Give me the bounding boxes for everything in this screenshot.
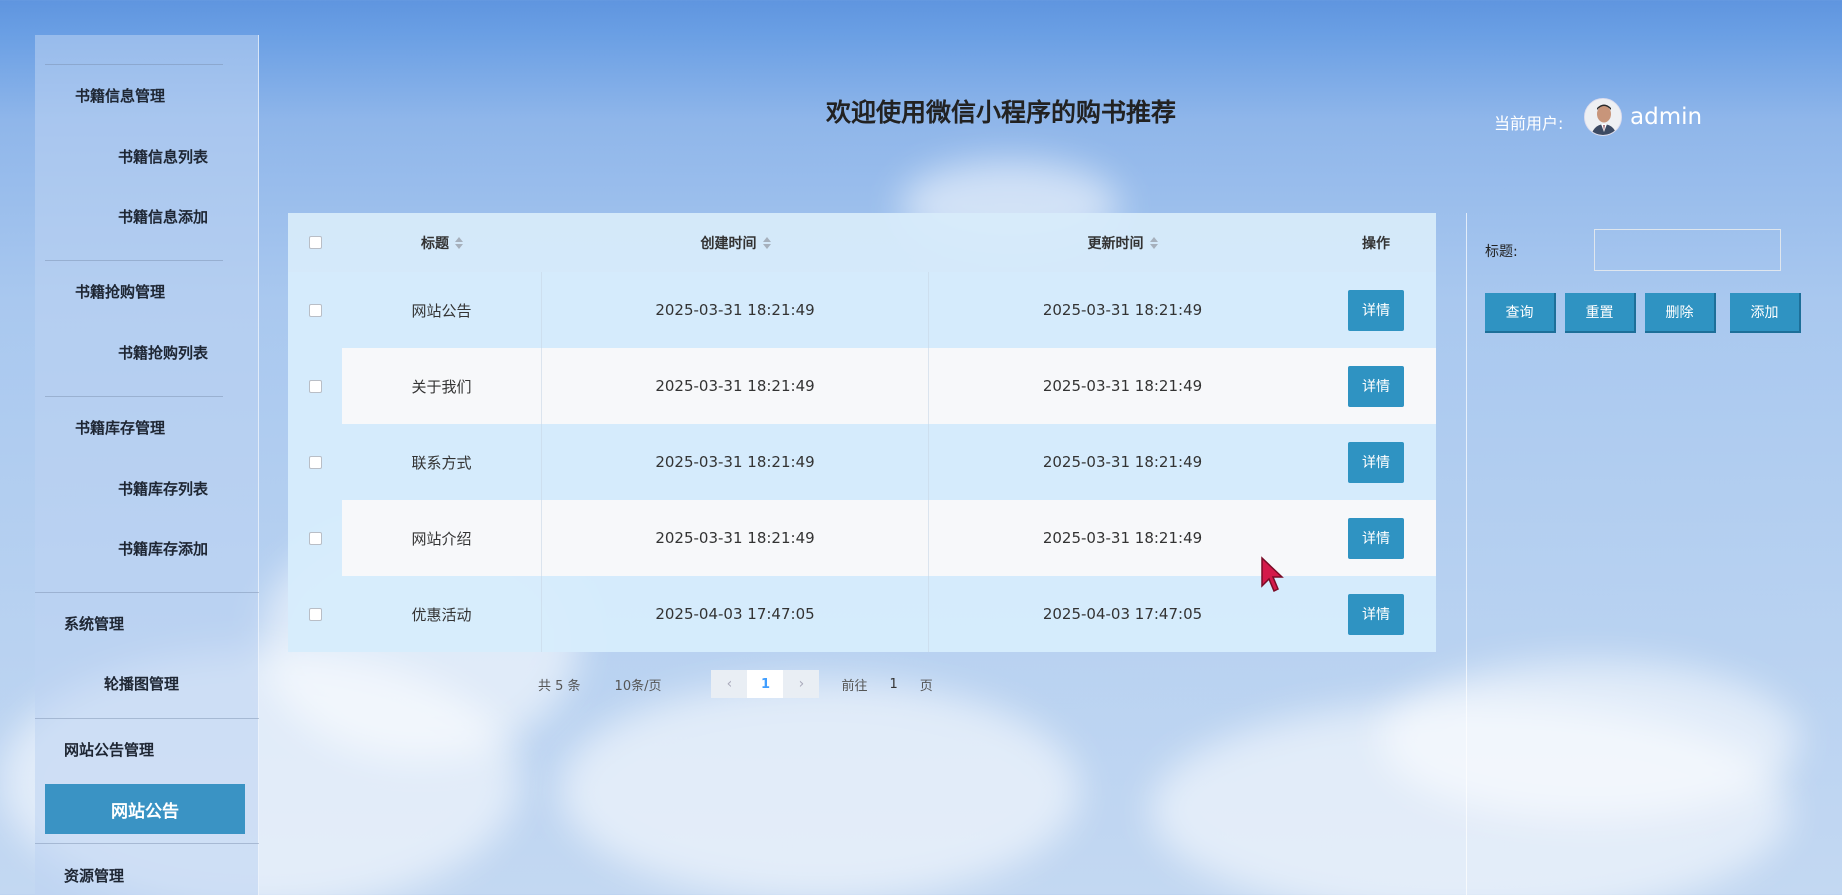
sidebar-divider bbox=[45, 64, 223, 65]
cell-title: 优惠活动 bbox=[342, 576, 542, 652]
cell-updated: 2025-03-31 18:21:49 bbox=[1042, 453, 1203, 471]
row-check-cell bbox=[288, 272, 342, 348]
column-header-created[interactable]: 创建时间 bbox=[542, 213, 929, 272]
sort-icon[interactable] bbox=[455, 236, 463, 249]
cell-title: 网站介绍 bbox=[342, 500, 542, 576]
sidebar-item-stock-list[interactable]: 书籍库存列表 bbox=[118, 478, 208, 499]
cell-created: 2025-04-03 17:47:05 bbox=[542, 576, 929, 652]
detail-button[interactable]: 详情 bbox=[1348, 441, 1404, 483]
cell-updated: 2025-04-03 17:47:05 bbox=[1042, 605, 1203, 623]
sidebar-group-book-flash-sale[interactable]: 书籍抢购管理 bbox=[75, 281, 165, 302]
column-created-label: 创建时间 bbox=[700, 235, 757, 252]
page-size-select[interactable]: 10条/页 bbox=[615, 675, 662, 694]
column-header-updated[interactable]: 更新时间 bbox=[929, 213, 1316, 272]
row-checkbox[interactable] bbox=[308, 379, 322, 393]
sidebar-divider bbox=[35, 843, 259, 844]
cell-created: 2025-03-31 18:21:49 bbox=[542, 272, 929, 348]
table-row: 联系方式 2025-03-31 18:21:49 2025-03-31 18:2… bbox=[288, 424, 1436, 500]
cell-ops: 详情 bbox=[1316, 576, 1436, 652]
table-row: 网站公告 2025-03-31 18:21:49 2025-03-31 18:2… bbox=[288, 272, 1436, 348]
delete-button[interactable]: 删除 bbox=[1645, 293, 1716, 333]
sidebar-divider bbox=[45, 260, 223, 261]
sidebar-divider bbox=[35, 592, 259, 593]
cell-created: 2025-03-31 18:21:49 bbox=[542, 424, 929, 500]
detail-button[interactable]: 详情 bbox=[1348, 517, 1404, 559]
table-header: 标题 创建时间 更新时间 操作 bbox=[288, 213, 1436, 272]
search-title-label: 标题: bbox=[1485, 244, 1518, 260]
chevron-right-icon: › bbox=[798, 676, 805, 692]
user-avatar-icon bbox=[1585, 99, 1621, 135]
sidebar-group-announcement[interactable]: 网站公告管理 bbox=[64, 739, 154, 760]
table-row: 关于我们 2025-03-31 18:21:49 2025-03-31 18:2… bbox=[288, 348, 1436, 424]
cell-title: 关于我们 bbox=[342, 348, 542, 424]
row-checkbox[interactable] bbox=[308, 455, 322, 469]
sidebar-item-book-info-list[interactable]: 书籍信息列表 bbox=[118, 146, 208, 167]
cell-ops: 详情 bbox=[1316, 500, 1436, 576]
sidebar-item-announcement-active[interactable]: 网站公告 bbox=[45, 784, 245, 834]
sort-icon[interactable] bbox=[762, 236, 771, 249]
select-all-cell bbox=[288, 213, 342, 272]
pagination: 共 5 条 10条/页 ‹ 1 › 前往 1 页 bbox=[538, 670, 933, 698]
row-check-cell bbox=[288, 424, 342, 500]
cell-title: 联系方式 bbox=[342, 424, 542, 500]
row-check-cell bbox=[288, 500, 342, 576]
sidebar-group-book-info[interactable]: 书籍信息管理 bbox=[75, 85, 165, 106]
cell-ops: 详情 bbox=[1316, 348, 1436, 424]
cell-ops: 详情 bbox=[1316, 272, 1436, 348]
sort-icon[interactable] bbox=[1149, 236, 1158, 249]
sidebar-item-flash-sale-list[interactable]: 书籍抢购列表 bbox=[118, 342, 208, 363]
sidebar-item-stock-add[interactable]: 书籍库存添加 bbox=[118, 538, 208, 559]
mouse-cursor-icon bbox=[1261, 556, 1284, 593]
reset-button[interactable]: 重置 bbox=[1565, 293, 1636, 333]
page-number-current[interactable]: 1 bbox=[747, 670, 784, 698]
column-header-title[interactable]: 标题 bbox=[342, 213, 542, 272]
sidebar-group-resources[interactable]: 资源管理 bbox=[64, 865, 124, 886]
sidebar: 书籍信息管理 书籍信息列表 书籍信息添加 书籍抢购管理 书籍抢购列表 书籍库存管… bbox=[35, 35, 259, 895]
add-button[interactable]: 添加 bbox=[1730, 293, 1801, 333]
cell-updated: 2025-03-31 18:21:49 bbox=[1042, 301, 1203, 319]
username[interactable]: admin bbox=[1630, 104, 1702, 130]
sidebar-group-system[interactable]: 系统管理 bbox=[64, 613, 124, 634]
sidebar-divider bbox=[45, 396, 223, 397]
row-checkbox[interactable] bbox=[308, 303, 322, 317]
cell-created: 2025-03-31 18:21:49 bbox=[542, 348, 929, 424]
select-all-checkbox[interactable] bbox=[308, 236, 322, 249]
goto-label: 前往 bbox=[841, 678, 868, 694]
avatar[interactable] bbox=[1584, 98, 1622, 136]
cell-ops: 详情 bbox=[1316, 424, 1436, 500]
search-title-input[interactable] bbox=[1594, 229, 1781, 271]
pagination-total: 共 5 条 bbox=[538, 678, 581, 694]
search-panel: 标题: 查询 重置 删除 添加 bbox=[1466, 213, 1842, 895]
row-check-cell bbox=[288, 576, 342, 652]
column-title-label: 标题 bbox=[421, 235, 449, 252]
detail-button[interactable]: 详情 bbox=[1348, 365, 1404, 407]
column-updated-label: 更新时间 bbox=[1087, 235, 1144, 252]
page-suffix: 页 bbox=[919, 678, 933, 694]
detail-button[interactable]: 详情 bbox=[1348, 289, 1404, 331]
cell-title: 网站公告 bbox=[342, 272, 542, 348]
cell-updated: 2025-03-31 18:21:49 bbox=[929, 348, 1316, 424]
sidebar-item-book-info-add[interactable]: 书籍信息添加 bbox=[118, 206, 208, 227]
prev-page-button[interactable]: ‹ bbox=[711, 670, 748, 698]
row-check-cell bbox=[288, 348, 342, 424]
cell-updated: 2025-03-31 18:21:49 bbox=[929, 500, 1316, 576]
row-checkbox[interactable] bbox=[308, 607, 322, 621]
chevron-left-icon: ‹ bbox=[726, 676, 733, 692]
detail-button[interactable]: 详情 bbox=[1348, 593, 1404, 635]
sidebar-divider bbox=[35, 718, 259, 719]
sidebar-item-carousel[interactable]: 轮播图管理 bbox=[104, 673, 179, 694]
cell-created: 2025-03-31 18:21:49 bbox=[542, 500, 929, 576]
page-title: 欢迎使用微信小程序的购书推荐 bbox=[826, 98, 1177, 127]
column-header-ops: 操作 bbox=[1362, 235, 1390, 252]
current-user-label: 当前用户: bbox=[1494, 114, 1564, 133]
query-button[interactable]: 查询 bbox=[1485, 293, 1556, 333]
sidebar-group-book-stock[interactable]: 书籍库存管理 bbox=[75, 417, 165, 438]
row-checkbox[interactable] bbox=[308, 531, 322, 545]
next-page-button[interactable]: › bbox=[783, 670, 820, 698]
goto-page-input[interactable]: 1 bbox=[890, 677, 898, 692]
